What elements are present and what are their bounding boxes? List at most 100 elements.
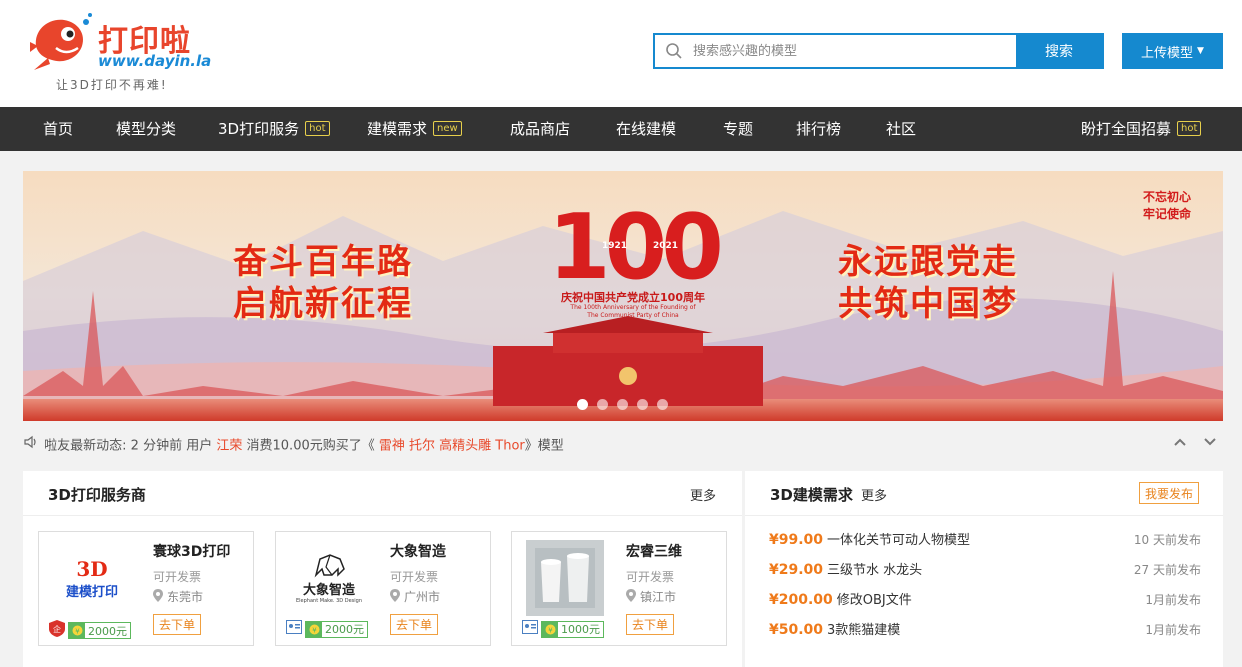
nav-label: 在线建模 (616, 120, 677, 138)
year-end: 2021 (653, 241, 679, 251)
nav-topics[interactable]: 专题 (723, 107, 753, 151)
deposit-icon: ¥ (542, 621, 558, 637)
nav-recruit[interactable]: 盼打全国招募 hot (1081, 107, 1202, 151)
banner-subtitle-line-1: The 100th Anniversary of the Founding of (570, 304, 696, 311)
banner-slogan-right: 永远跟党走 共筑中国梦 (838, 241, 1018, 325)
request-title[interactable]: 3款熊猫建模 (827, 623, 900, 638)
modeling-requests-panel: 3D建模需求 更多 我要发布 ¥99.00 一体化关节可动人物模型 10 天前发布… (745, 471, 1223, 667)
svg-text:¥: ¥ (312, 626, 317, 634)
order-button[interactable]: 去下单 (153, 614, 201, 635)
provider-card[interactable]: 宏睿三维 可开发票 镇江市 ¥ 1000元 去下单 (511, 531, 727, 646)
svg-text:企: 企 (53, 624, 61, 634)
nav-modeling-demand[interactable]: 建模需求 new (367, 107, 462, 151)
nav-online-modeling[interactable]: 在线建模 (616, 107, 676, 151)
upload-model-button[interactable]: 上传模型 ▼ (1122, 33, 1223, 69)
nav-community[interactable]: 社区 (886, 107, 916, 151)
nav-3d-print-service[interactable]: 3D打印服务 hot (218, 107, 330, 151)
provider-photo (526, 540, 604, 616)
provider-tags: ¥ 2000元 (286, 620, 368, 638)
id-card-icon (522, 620, 538, 638)
nav-home[interactable]: 首页 (43, 107, 73, 151)
search-bar: 搜索 (653, 33, 1104, 69)
provider-card[interactable]: 大象智造 Elephant Make. 3D Design 大象智造 可开发票 … (275, 531, 491, 646)
ticker-arrows (1173, 432, 1217, 460)
request-price: ¥29.00 (769, 562, 824, 578)
nav-model-categories[interactable]: 模型分类 (116, 107, 176, 151)
nav-store[interactable]: 成品商店 (510, 107, 570, 151)
deposit-badge: ¥ 1000元 (541, 620, 604, 638)
speaker-icon (23, 432, 37, 460)
panel-header: 3D建模需求 更多 我要发布 (745, 471, 1223, 516)
provider-logo: 大象智造 Elephant Make. 3D Design (290, 540, 368, 616)
deposit-icon: ¥ (69, 623, 85, 638)
provider-card[interactable]: 3D 建模打印 寰球3D打印 可开发票 东莞市 企 ¥ 2000元 去下单 (38, 531, 254, 646)
deposit-amount: 1000元 (561, 623, 600, 636)
nav-rankings[interactable]: 排行榜 (796, 107, 841, 151)
provider-name[interactable]: 宏睿三维 (626, 541, 682, 561)
request-time: 27 天前发布 (1133, 563, 1201, 577)
provider-logo-line-2: Elephant Make. 3D Design (296, 597, 362, 604)
publish-request-button[interactable]: 我要发布 (1139, 482, 1199, 504)
deposit-amount: 2000元 (325, 623, 364, 636)
banner-subtitle-line-2: The Communist Party of China (587, 312, 679, 319)
hot-badge: hot (1177, 121, 1202, 136)
seal-line-2: 牢记使命 (1143, 207, 1192, 221)
provider-tags: ¥ 1000元 (522, 620, 604, 638)
nav-label: 3D打印服务 (218, 120, 300, 138)
request-item[interactable]: ¥50.00 3款熊猫建模 1月前发布 (769, 619, 1201, 649)
request-time: 1月前发布 (1145, 623, 1201, 637)
hero-banner[interactable]: 不忘初心 牢记使命 奋斗百年路 启航新征程 永远跟党走 共筑中国梦 100 19… (23, 171, 1223, 421)
deposit-badge: ¥ 2000元 (305, 620, 368, 638)
carousel-dot[interactable] (577, 399, 588, 410)
svg-text:¥: ¥ (548, 626, 553, 634)
order-button[interactable]: 去下单 (390, 614, 438, 635)
banner-left-line-2: 启航新征程 (233, 284, 413, 324)
request-item[interactable]: ¥29.00 三级节水 水龙头 27 天前发布 (769, 559, 1201, 589)
more-link[interactable]: 更多 (690, 485, 716, 504)
request-title[interactable]: 三级节水 水龙头 (827, 563, 922, 578)
request-item[interactable]: ¥200.00 修改OBJ文件 1月前发布 (769, 589, 1201, 619)
banner-slogan-left: 奋斗百年路 启航新征程 (233, 241, 413, 325)
seal-line-1: 不忘初心 (1143, 190, 1192, 204)
invoice-label: 可开发票 (153, 570, 202, 584)
search-button[interactable]: 搜索 (1016, 35, 1102, 67)
site-logo[interactable]: 打印啦 www.dayin.la 让3D打印不再难! (28, 10, 212, 96)
request-price: ¥50.00 (769, 622, 824, 638)
logo-slogan: 让3D打印不再难! (56, 78, 168, 92)
banner-right-line-1: 永远跟党走 (838, 242, 1018, 282)
panel-header: 3D打印服务商 更多 (23, 471, 742, 516)
carousel-dot[interactable] (597, 399, 608, 410)
nav-label: 专题 (723, 120, 754, 138)
request-item[interactable]: ¥99.00 一体化关节可动人物模型 10 天前发布 (769, 529, 1201, 559)
more-link[interactable]: 更多 (861, 485, 887, 504)
order-button[interactable]: 去下单 (626, 614, 674, 635)
banner-100: 100 (548, 195, 724, 300)
ticker-action: 消费10.00元购买了《 (246, 438, 375, 454)
city-name: 东莞市 (167, 590, 204, 604)
chevron-up-icon[interactable] (1173, 432, 1187, 460)
request-title[interactable]: 一体化关节可动人物模型 (827, 533, 970, 548)
banner-left-line-1: 奋斗百年路 (233, 242, 413, 282)
carousel-dot[interactable] (637, 399, 648, 410)
carousel-dot[interactable] (617, 399, 628, 410)
provider-name[interactable]: 大象智造 (390, 541, 446, 561)
nav-label: 社区 (886, 120, 917, 138)
provider-logo: 3D 建模打印 (53, 540, 131, 616)
ticker-user[interactable]: 江荣 (216, 439, 242, 454)
invoice-label: 可开发票 (626, 570, 675, 584)
nav-label: 模型分类 (116, 120, 177, 138)
request-title[interactable]: 修改OBJ文件 (837, 593, 912, 608)
deposit-badge: ¥ 2000元 (68, 622, 131, 639)
provider-logo-line-1: 3D (76, 556, 108, 581)
year-start: 1921 (602, 241, 628, 251)
panel-title: 3D建模需求 (770, 486, 853, 504)
provider-name[interactable]: 寰球3D打印 (153, 541, 230, 561)
new-badge: new (433, 121, 462, 136)
ticker-item[interactable]: 雷神 托尔 高精头雕 Thor (379, 439, 525, 454)
chevron-down-icon[interactable] (1203, 432, 1217, 460)
request-list: ¥99.00 一体化关节可动人物模型 10 天前发布 ¥29.00 三级节水 水龙头… (769, 529, 1201, 649)
search-input[interactable] (693, 35, 1016, 67)
banner-right-line-2: 共筑中国梦 (838, 284, 1018, 324)
logo-url: www.dayin.la (98, 52, 212, 70)
carousel-dot[interactable] (657, 399, 668, 410)
